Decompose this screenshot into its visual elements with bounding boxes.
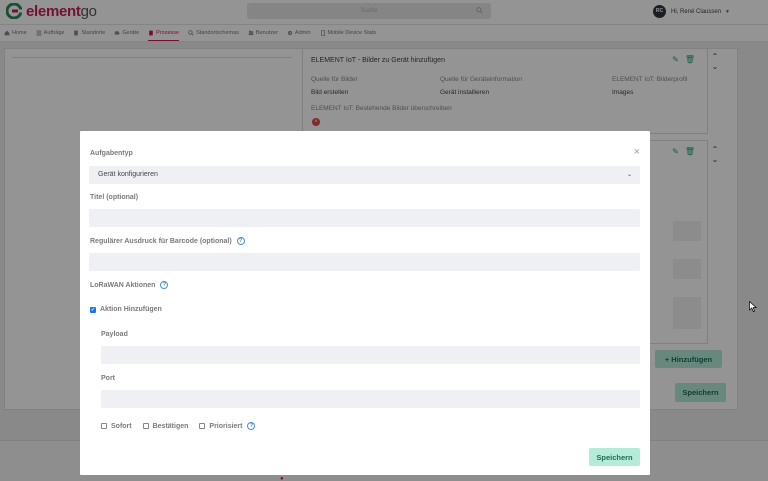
action-options: Sofort Bestätigen Priorisiert ? bbox=[101, 422, 266, 430]
option-sofort[interactable]: Sofort bbox=[101, 423, 132, 430]
regex-input[interactable] bbox=[89, 253, 640, 271]
checkbox-label: Bestätigen bbox=[152, 422, 189, 430]
regex-label: Regulärer Ausdruck für Barcode (optional… bbox=[90, 237, 245, 245]
label-text: Regulärer Ausdruck für Barcode (optional… bbox=[90, 237, 232, 245]
chevron-down-icon: ⌄ bbox=[626, 172, 632, 178]
option-priorisiert[interactable]: Priorisiert ? bbox=[199, 422, 256, 430]
title-label: Titel (optional) bbox=[90, 194, 138, 201]
checkbox-unchecked-icon[interactable] bbox=[199, 423, 206, 429]
mouse-cursor-icon bbox=[749, 301, 757, 312]
help-icon[interactable]: ? bbox=[236, 237, 245, 245]
lorawan-label: LoRaWAN Aktionen ? bbox=[90, 281, 169, 289]
checkbox-label: Priorisiert bbox=[209, 422, 243, 430]
help-icon[interactable]: ? bbox=[247, 422, 256, 430]
title-input[interactable] bbox=[89, 209, 640, 227]
label-text: Port bbox=[101, 375, 115, 382]
select-value: Gerät konfigurieren bbox=[98, 171, 158, 178]
task-edit-modal: × Aufgabentyp Gerät konfigurieren ⌄ Tite… bbox=[80, 131, 650, 475]
label-text: Titel (optional) bbox=[90, 194, 139, 201]
payload-label: Payload bbox=[101, 331, 128, 338]
checkbox-label: Aktion Hinzufügen bbox=[100, 306, 162, 313]
add-action-checkbox[interactable]: ✓ Aktion Hinzufügen bbox=[90, 306, 162, 313]
save-button[interactable]: Speichern bbox=[589, 448, 640, 466]
label-text: LoRaWAN Aktionen bbox=[90, 281, 156, 289]
help-icon[interactable]: ? bbox=[160, 281, 169, 289]
checkbox-checked-icon[interactable]: ✓ bbox=[90, 306, 96, 313]
checkbox-unchecked-icon[interactable] bbox=[142, 423, 149, 429]
port-label: Port bbox=[101, 375, 115, 382]
checkbox-unchecked-icon[interactable] bbox=[101, 423, 107, 429]
close-icon[interactable]: × bbox=[634, 146, 640, 158]
port-input[interactable] bbox=[101, 390, 640, 408]
label-text: Payload bbox=[101, 331, 128, 338]
checkbox-label: Sofort bbox=[111, 422, 132, 430]
task-type-select[interactable]: Gerät konfigurieren ⌄ bbox=[89, 166, 640, 184]
label-text: Aufgabentyp bbox=[90, 150, 133, 157]
task-type-label: Aufgabentyp bbox=[90, 150, 133, 157]
payload-input[interactable] bbox=[101, 346, 640, 364]
option-bestaetigen[interactable]: Bestätigen bbox=[142, 422, 189, 430]
